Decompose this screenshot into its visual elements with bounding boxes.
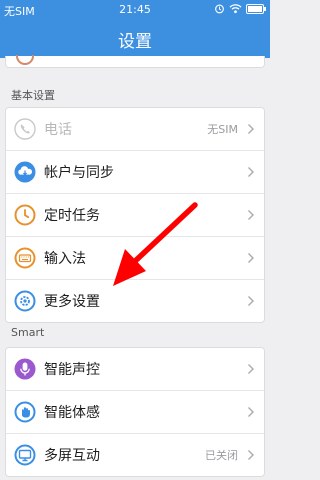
previous-settings-card[interactable] <box>5 55 265 68</box>
smart-settings-card: 智能声控 智能体感 多屏互动 已关闭 <box>5 347 265 477</box>
chevron-right-icon <box>244 295 258 307</box>
settings-item-value: 无SIM <box>207 123 238 136</box>
settings-item-label: 更多设置 <box>44 294 100 310</box>
chevron-right-icon <box>244 209 258 221</box>
status-bar: 无SIM 21:45 <box>0 0 270 20</box>
settings-item-label: 输入法 <box>44 251 86 267</box>
settings-item-value: 已关闭 <box>205 449 238 462</box>
settings-item-motion-sensing[interactable]: 智能体感 <box>6 391 264 434</box>
section-title-smart: Smart <box>11 326 45 339</box>
settings-item-label: 帐户与同步 <box>44 165 114 181</box>
chevron-right-icon <box>244 363 258 375</box>
settings-item-more-settings[interactable]: 更多设置 <box>6 280 264 322</box>
settings-item-label: 多屏互动 <box>44 448 100 464</box>
settings-item-phone[interactable]: 电话 无SIM <box>6 108 264 151</box>
settings-item-voice-control[interactable]: 智能声控 <box>6 348 264 391</box>
chevron-right-icon <box>244 123 258 135</box>
settings-item-label: 电话 <box>44 122 72 138</box>
settings-item-label: 智能体感 <box>44 405 100 421</box>
partial-item-icon <box>16 55 34 65</box>
phone-icon <box>14 118 36 140</box>
battery-icon <box>246 3 266 14</box>
clock-icon <box>14 204 36 226</box>
chevron-right-icon <box>244 406 258 418</box>
settings-item-scheduled-tasks[interactable]: 定时任务 <box>6 194 264 237</box>
chevron-right-icon <box>244 166 258 178</box>
screen-share-icon <box>14 444 36 466</box>
wifi-icon <box>229 4 242 14</box>
keyboard-icon <box>14 247 36 269</box>
settings-item-label: 定时任务 <box>44 208 100 224</box>
chevron-right-icon <box>244 449 258 461</box>
basic-settings-card: 电话 无SIM 帐户与同步 定时任务 输入法 更多设置 <box>5 107 265 323</box>
gear-icon <box>14 290 36 312</box>
microphone-icon <box>14 358 36 380</box>
settings-item-label: 智能声控 <box>44 362 100 378</box>
section-title-basic: 基本设置 <box>11 89 55 102</box>
cloud-sync-icon <box>14 161 36 183</box>
chevron-right-icon <box>244 252 258 264</box>
settings-item-account-sync[interactable]: 帐户与同步 <box>6 151 264 194</box>
title-bar: 设置 <box>0 20 270 58</box>
page-title: 设置 <box>118 31 152 52</box>
alarm-icon <box>215 4 224 14</box>
settings-item-input-method[interactable]: 输入法 <box>6 237 264 280</box>
settings-item-multi-screen[interactable]: 多屏互动 已关闭 <box>6 434 264 476</box>
hand-motion-icon <box>14 401 36 423</box>
